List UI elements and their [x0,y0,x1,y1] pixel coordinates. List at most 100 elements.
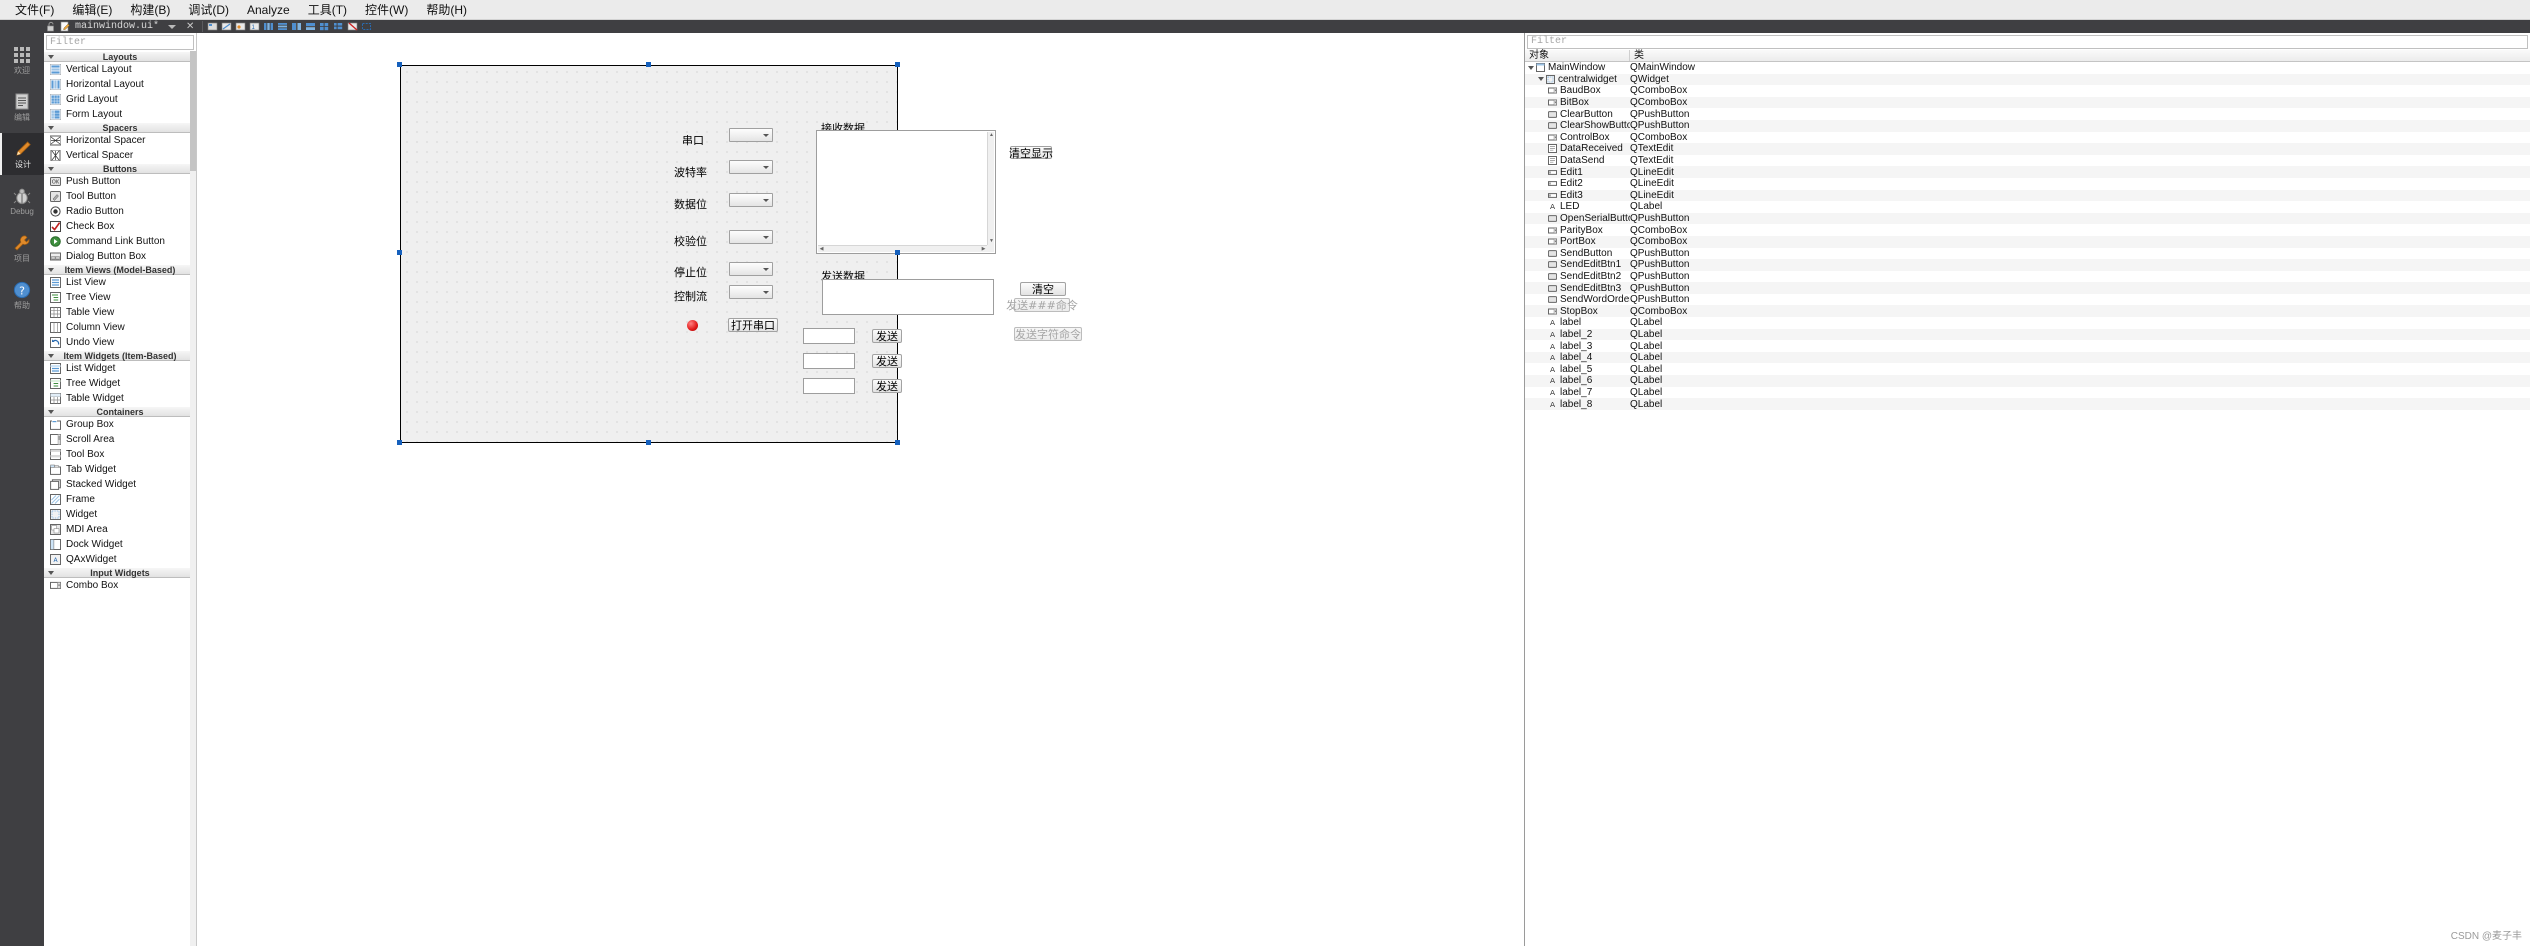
widget-item-undo-view[interactable]: Undo View [44,335,196,350]
layout-vertical-icon[interactable] [277,21,289,32]
object-row[interactable]: Alabel_3 QLabel [1525,340,2530,352]
widget-item-vertical-spacer[interactable]: Vertical Spacer [44,148,196,163]
widget-item-vertical-layout[interactable]: Vertical Layout [44,62,196,77]
widget-item-table-view[interactable]: Table View [44,305,196,320]
object-inspector-filter-input[interactable]: Filter [1527,35,2528,49]
scroll-up-icon[interactable]: ▲ [988,132,995,139]
object-row[interactable]: ControlBox QComboBox [1525,131,2530,144]
object-row[interactable]: Alabel_5 QLabel [1525,363,2530,376]
combo-BaudBox[interactable] [729,160,773,174]
widget-box-scrollbar[interactable] [190,51,196,946]
widget-item-tree-view[interactable]: Tree View [44,290,196,305]
object-row[interactable]: MainWindow QMainWindow [1525,62,2530,74]
layout-splitter-v-icon[interactable] [305,21,317,32]
object-row[interactable]: Alabel_8 QLabel [1525,398,2530,410]
widget-item-widget[interactable]: Widget [44,507,196,522]
object-row[interactable]: Alabel_2 QLabel [1525,328,2530,341]
form-label[interactable]: 停止位 [674,264,707,280]
layout-grid-icon[interactable] [319,21,331,32]
widget-category-header[interactable]: Item Widgets (Item-Based) [44,350,196,361]
combo-ParityBox[interactable] [729,230,773,244]
menu-item-1[interactable]: 编辑(E) [63,0,121,20]
object-row[interactable]: DataSend QTextEdit [1525,154,2530,167]
edit-tab-order-icon[interactable]: 1 [249,21,261,32]
widget-item-grid-layout[interactable]: Grid Layout [44,92,196,107]
edit-buddies-icon[interactable] [235,21,247,32]
scroll-left-icon[interactable]: ◀ [818,246,825,253]
resize-handle-nw[interactable] [397,62,402,67]
object-row[interactable]: ParityBox QComboBox [1525,224,2530,236]
form-label[interactable]: 控制流 [674,288,707,304]
lineedit-Edit1[interactable] [803,328,855,344]
object-row[interactable]: BitBox QComboBox [1525,96,2530,109]
object-row[interactable]: Alabel_7 QLabel [1525,386,2530,399]
menu-item-6[interactable]: 控件(W) [356,0,417,20]
widget-item-qaxwidget[interactable]: A QAxWidget [44,552,196,567]
widget-category-header[interactable]: Buttons [44,163,196,174]
widget-item-push-button[interactable]: OK Push Button [44,174,196,189]
led-indicator[interactable] [687,320,698,331]
object-inspector-rows[interactable]: MainWindow QMainWindow centralwidget QWidge… [1525,62,2530,410]
object-row[interactable]: Alabel_6 QLabel [1525,375,2530,387]
button-SendEditBtn2[interactable]: 发送 [872,354,902,368]
object-row[interactable]: SendEditBtn3 QPushButton [1525,282,2530,294]
resize-handle-s[interactable] [646,440,651,445]
menu-item-0[interactable]: 文件(F) [6,0,63,20]
object-row[interactable]: SendEditBtn1 QPushButton [1525,259,2530,271]
object-row[interactable]: OpenSerialButtonQPushButton [1525,212,2530,225]
resize-handle-w[interactable] [397,250,402,255]
open-file-tab-label[interactable]: mainwindow.ui* [75,21,159,32]
widget-category-header[interactable]: Spacers [44,122,196,133]
object-row[interactable]: Edit1 QLineEdit [1525,166,2530,178]
rail-item-设计[interactable]: 设计 [0,133,44,175]
close-icon[interactable]: ✕ [186,21,194,32]
button-ClearButton[interactable]: 清空 [1020,282,1066,296]
form-label[interactable]: 数据位 [674,196,707,212]
lineedit-Edit2[interactable] [803,353,855,369]
object-row[interactable]: SendButton QPushButton [1525,247,2530,260]
menu-item-2[interactable]: 构建(B) [121,0,179,20]
combo-PortBox[interactable] [729,128,773,142]
resize-handle-se[interactable] [895,440,900,445]
form-label[interactable]: 波特率 [674,164,707,180]
break-layout-icon[interactable] [347,21,359,32]
button-OpenSerialButton[interactable]: 打开串口 [728,318,778,332]
rail-item-帮助[interactable]: ? 帮助 [0,274,44,316]
layout-form-icon[interactable] [333,21,345,32]
resize-handle-n[interactable] [646,62,651,67]
widget-item-check-box[interactable]: Check Box [44,219,196,234]
widget-item-tool-box[interactable]: Tool Box [44,447,196,462]
widget-item-tree-widget[interactable]: Tree Widget [44,376,196,391]
layout-splitter-h-icon[interactable] [291,21,303,32]
object-row[interactable]: A LED QLabel [1525,201,2530,213]
widget-category-header[interactable]: Input Widgets [44,567,196,578]
scroll-right-icon[interactable]: ▶ [980,246,987,253]
lineedit-Edit3[interactable] [803,378,855,394]
edit-signals-slots-icon[interactable] [221,21,233,32]
object-row[interactable]: Alabel_4 QLabel [1525,351,2530,364]
textedit-vertical-scrollbar[interactable]: ▲ ▼ [987,132,994,245]
resize-handle-ne[interactable] [895,62,900,67]
widget-item-frame[interactable]: Frame [44,492,196,507]
menu-item-3[interactable]: 调试(D) [179,0,238,20]
menu-item-5[interactable]: 工具(T) [299,0,356,20]
object-row[interactable]: Edit3 QLineEdit [1525,189,2530,202]
widget-item-dock-widget[interactable]: Dock Widget [44,537,196,552]
object-row[interactable]: SendWordOrder QPushButton [1525,293,2530,306]
widget-item-list-widget[interactable]: List Widget [44,361,196,376]
object-row[interactable]: centralwidget QWidget [1525,73,2530,86]
textedit-DataSend[interactable] [822,279,994,315]
widget-item-form-layout[interactable]: Form Layout [44,107,196,122]
widget-category-header[interactable]: Item Views (Model-Based) [44,264,196,275]
widget-item-group-box[interactable]: Group Box [44,417,196,432]
resize-handle-e[interactable] [895,250,900,255]
widget-box-filter-input[interactable]: Filter [46,35,194,50]
widget-box-list[interactable]: Layouts Vertical Layout Horizontal Layout G… [44,51,196,946]
widget-item-table-widget[interactable]: Table Widget [44,391,196,406]
unlock-icon[interactable] [45,21,57,32]
object-row[interactable]: ClearButton QPushButton [1525,108,2530,120]
widget-item-column-view[interactable]: Column View [44,320,196,335]
button-SendEditBtn3[interactable]: 发送 [872,379,902,393]
resize-handle-sw[interactable] [397,440,402,445]
textedit-horizontal-scrollbar[interactable]: ◀ ▶ [818,245,987,252]
